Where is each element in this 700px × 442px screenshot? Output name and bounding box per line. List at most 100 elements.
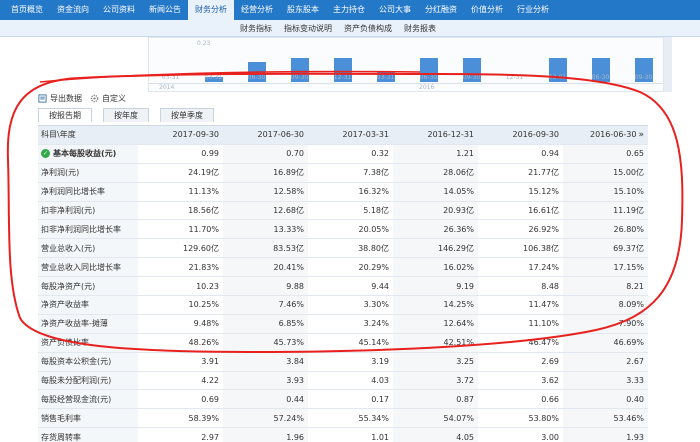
nav-item[interactable]: 首页概览 <box>4 0 50 20</box>
row-label-wrap: 净利润同比增长率 <box>41 186 105 197</box>
table-row[interactable]: 净利润(元) 24.19亿 16.89亿 7.38亿 28.06亿 21.77亿 15.00… <box>38 163 648 183</box>
table-row[interactable]: 营业总收入同比增长率 21.83% 20.41% 20.29% 16.02% 17.24%… <box>38 257 648 278</box>
chart-x-tick: 06-30 <box>247 74 266 81</box>
table-row[interactable]: 资产负债比率 48.26% 45.73% 45.14% 42.51% 46.47% 46.6… <box>38 333 648 353</box>
value-cell: 57.24% <box>223 408 308 429</box>
row-label: 基本每股收益(元) <box>53 149 117 159</box>
row-label-cell: 净利润(元) <box>38 163 138 183</box>
table-row[interactable]: 净资产收益率 10.25% 7.46% 3.30% 14.25% 11.47% 8.09% <box>38 295 648 315</box>
chart-scrollbar[interactable] <box>664 37 672 92</box>
value-cell: 20.41% <box>223 257 308 278</box>
tab-by-quarter[interactable]: 按单季度 <box>160 108 214 122</box>
subnav-item[interactable]: 财务指标 <box>240 23 272 34</box>
header-label: 科目\年度 <box>38 125 138 145</box>
header-period: 2016-06-30» <box>563 125 648 145</box>
value-cell: 54.07% <box>393 408 478 429</box>
value-cell: 4.03 <box>308 371 393 391</box>
value-cell: 3.30% <box>308 295 393 315</box>
chart-year-label: 2014 <box>159 84 175 91</box>
value-cell: 14.05% <box>393 182 478 202</box>
subnav-item[interactable]: 指标变动说明 <box>284 23 332 34</box>
table-row[interactable]: 存货周转率 2.97 1.96 1.01 4.05 3.00 1.93 <box>38 427 648 442</box>
value-cell: 9.44 <box>308 276 393 297</box>
row-label-wrap: 净利润(元) <box>41 167 79 178</box>
row-label: 扣非净利润同比增长率 <box>41 224 121 234</box>
header-period-label: 2016-06-30 <box>589 129 637 139</box>
value-cell: 8.09% <box>563 295 648 315</box>
top-navigation: 首页概览 资金流向 公司资料 新闻公告 财务分析 经营分析 股东股本 主力持仓 公司大事 分红融资… <box>0 0 700 20</box>
row-label: 每股经营现金流(元) <box>41 394 112 404</box>
subnav-item[interactable]: 资产负债构成 <box>344 23 392 34</box>
value-cell: 26.92% <box>478 219 563 240</box>
nav-item[interactable]: 资金流向 <box>50 0 96 20</box>
table-row[interactable]: ✓ 基本每股收益(元) 0.99 0.70 0.32 1.21 0.94 0.65 <box>38 144 648 164</box>
row-label: 扣非净利润(元) <box>41 206 96 215</box>
period-tabs: 按报告期 按年度 按单季度 <box>38 108 225 122</box>
nav-item[interactable]: 价值分析 <box>464 0 510 20</box>
tab-by-report-period[interactable]: 按报告期 <box>38 108 92 122</box>
nav-item[interactable]: 新闻公告 <box>142 0 188 20</box>
value-cell: 17.24% <box>478 257 563 278</box>
nav-item[interactable]: 股东股本 <box>280 0 326 20</box>
tab-by-year[interactable]: 按年度 <box>103 108 149 122</box>
value-cell: 14.25% <box>393 295 478 315</box>
row-label-wrap: 营业总收入(元) <box>41 243 95 254</box>
nav-item[interactable]: 行业分析 <box>510 0 556 20</box>
export-icon <box>38 93 47 103</box>
nav-item[interactable]: 经营分析 <box>234 0 280 20</box>
value-cell: 46.47% <box>478 333 563 353</box>
value-cell: 2.97 <box>138 427 223 442</box>
table-row[interactable]: 每股未分配利润(元) 4.22 3.93 4.03 3.72 3.62 3.33 <box>38 371 648 391</box>
value-cell: 3.33 <box>563 371 648 391</box>
value-cell: 3.84 <box>223 352 308 372</box>
value-cell: 2.69 <box>478 352 563 372</box>
value-cell: 6.85% <box>223 314 308 334</box>
chart-x-tick: 12-31 <box>333 74 352 81</box>
table-row[interactable]: 扣非净利润(元) 18.56亿 12.68亿 5.18亿 20.93亿 16.61亿 11.… <box>38 201 648 221</box>
table-row[interactable]: 每股经营现金流(元) 0.69 0.44 0.17 0.87 0.66 0.40 <box>38 389 648 410</box>
nav-item[interactable]: 分红融资 <box>418 0 464 20</box>
value-cell: 16.61亿 <box>478 201 563 221</box>
table-row[interactable]: 扣非净利润同比增长率 11.70% 13.33% 20.05% 26.36% 26.92%… <box>38 219 648 240</box>
table-row[interactable]: 净资产收益率-摊薄 9.48% 6.85% 3.24% 12.64% 11.10% 7.90… <box>38 314 648 334</box>
value-cell: 15.10% <box>563 182 648 202</box>
table-row[interactable]: 每股净资产(元) 10.23 9.88 9.44 9.19 8.48 8.21 <box>38 276 648 297</box>
export-data-button[interactable]: 导出数据 <box>38 93 82 104</box>
chart-year-label: 2016 <box>419 84 435 91</box>
chart-x-tick: 03-01 <box>548 74 567 81</box>
eps-chart: 0.23 2014 2016 03-31 03-31 06-30 09-30 12-31… <box>148 37 664 92</box>
nav-item[interactable]: 公司大事 <box>372 0 418 20</box>
value-cell: 4.22 <box>138 371 223 391</box>
value-cell: 1.21 <box>393 144 478 164</box>
value-cell: 12.68亿 <box>223 201 308 221</box>
row-label: 营业总收入同比增长率 <box>41 262 121 272</box>
chart-x-tick: 09-30 <box>290 74 309 81</box>
nav-item[interactable]: 公司资料 <box>96 0 142 20</box>
value-cell: 3.93 <box>223 371 308 391</box>
nav-item[interactable]: 主力持仓 <box>326 0 372 20</box>
value-cell: 0.32 <box>308 144 393 164</box>
chart-value-label: 0.23 <box>197 40 211 47</box>
value-cell: 20.29% <box>308 257 393 278</box>
header-period-label: 2017-06-30 <box>257 130 305 140</box>
table-row[interactable]: 销售毛利率 58.39% 57.24% 55.34% 54.07% 53.80% 53.46… <box>38 408 648 429</box>
value-cell: 11.13% <box>138 182 223 202</box>
chart-x-tick: 12-31 <box>505 74 524 81</box>
table-row[interactable]: 净利润同比增长率 11.13% 12.58% 16.32% 14.05% 15.12% 15… <box>38 182 648 202</box>
customize-button[interactable]: 自定义 <box>90 93 126 104</box>
value-cell: 28.06亿 <box>393 163 478 183</box>
value-cell: 10.23 <box>138 276 223 297</box>
next-periods-icon[interactable]: » <box>638 130 644 140</box>
value-cell: 11.10% <box>478 314 563 334</box>
value-cell: 20.05% <box>308 219 393 240</box>
value-cell: 26.36% <box>393 219 478 240</box>
nav-item[interactable]: 财务分析 <box>188 0 234 20</box>
value-cell: 1.01 <box>308 427 393 442</box>
table-row[interactable]: 每股资本公积金(元) 3.91 3.84 3.19 3.25 2.69 2.67 <box>38 352 648 372</box>
header-period: 2017-06-30 <box>223 125 308 145</box>
subnav-item[interactable]: 财务报表 <box>404 23 436 34</box>
table-header-row: 科目\年度 2017-09-30 2017-06-30 2017-03-31 2016… <box>38 125 648 145</box>
table-row[interactable]: 营业总收入(元) 129.60亿 83.53亿 38.80亿 146.29亿 106.38… <box>38 238 648 259</box>
chart-x-tick: 06-30 <box>419 74 438 81</box>
row-label-wrap: 营业总收入同比增长率 <box>41 262 121 273</box>
